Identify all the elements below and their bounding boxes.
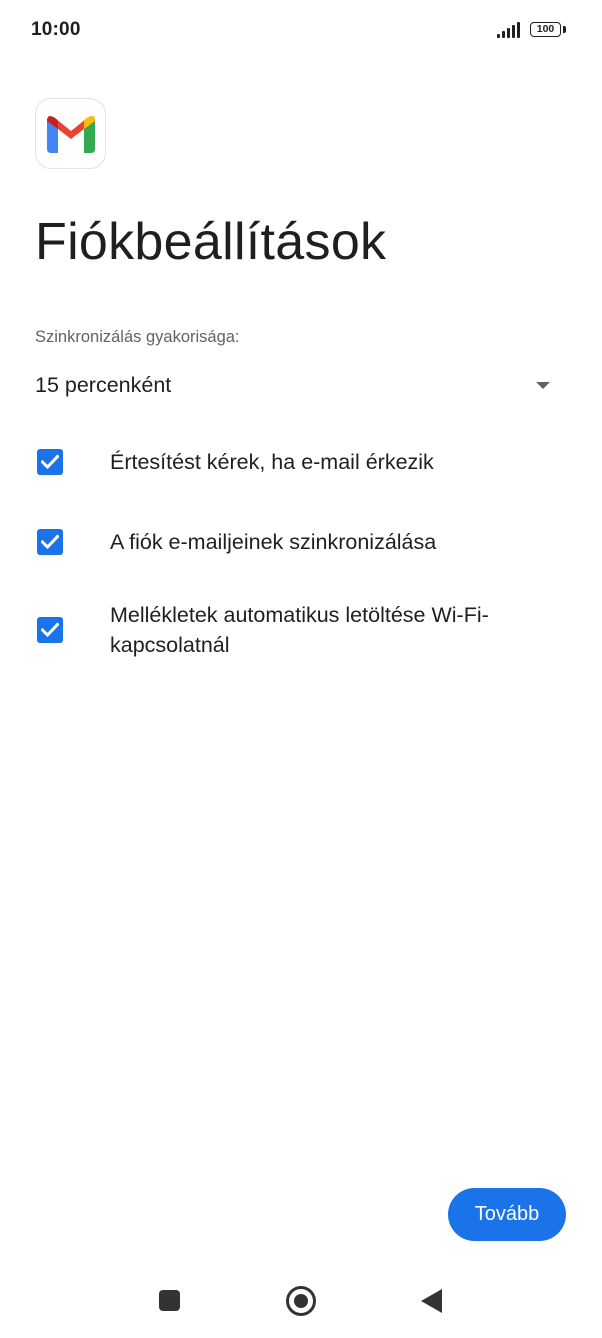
option-notify-row[interactable]: Értesítést kérek, ha e-mail érkezik (35, 447, 565, 479)
circle-home-icon[interactable] (286, 1286, 316, 1316)
battery-tip (563, 26, 566, 33)
triangle-back-icon[interactable] (421, 1289, 442, 1313)
option-attachments-row[interactable]: Mellékletek automatikus letöltése Wi-Fi-… (35, 600, 565, 662)
check-icon (41, 454, 59, 470)
sync-emails-checkbox[interactable] (37, 529, 63, 555)
sync-frequency-label: Szinkronizálás gyakorisága: (35, 328, 240, 346)
next-button[interactable]: Tovább (448, 1188, 566, 1241)
navigation-bar (0, 1270, 602, 1338)
check-icon (41, 534, 59, 550)
notify-label: Értesítést kérek, ha e-mail érkezik (110, 450, 434, 474)
notify-checkbox[interactable] (37, 449, 63, 475)
sync-frequency-dropdown[interactable]: 15 percenként (35, 366, 555, 406)
gmail-logo-icon (35, 98, 106, 169)
option-sync-row[interactable]: A fiók e-mailjeinek szinkronizálása (35, 527, 565, 559)
page-title: Fiókbeállítások (35, 213, 387, 271)
signal-bars-icon (497, 22, 523, 38)
auto-download-attachments-label: Mellékletek automatikus letöltése Wi-Fi-… (110, 603, 489, 657)
auto-download-attachments-checkbox[interactable] (37, 617, 63, 643)
dropdown-arrow-icon (536, 382, 550, 389)
check-icon (41, 622, 59, 638)
sync-frequency-value: 15 percenként (35, 373, 172, 397)
status-time: 10:00 (31, 19, 81, 40)
battery-icon: 100 (530, 22, 561, 37)
status-bar: 10:00 100 (0, 0, 602, 60)
sync-emails-label: A fiók e-mailjeinek szinkronizálása (110, 530, 437, 554)
square-recents-icon[interactable] (159, 1290, 180, 1311)
